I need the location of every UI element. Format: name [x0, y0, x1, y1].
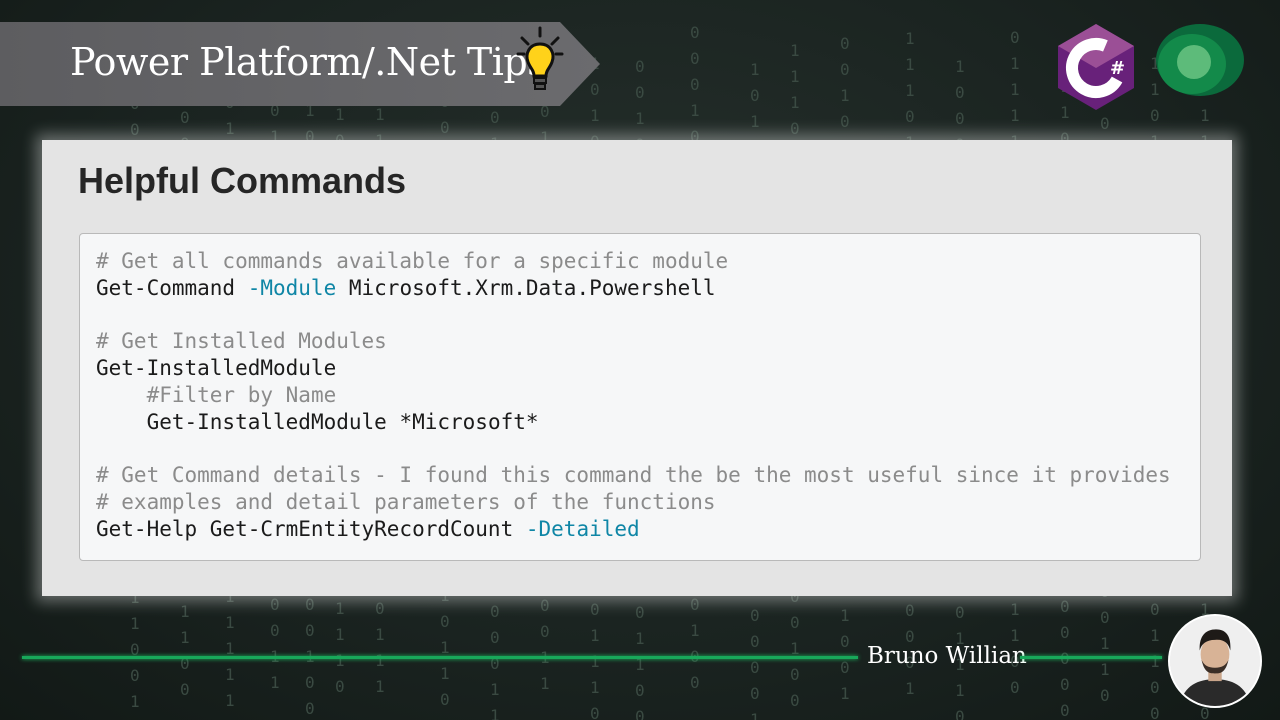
footer-divider-left: [22, 656, 858, 659]
code-line: Get-Help Get-CrmEntityRecordCount -Detai…: [96, 516, 1171, 543]
code-text: Get-Command: [96, 275, 248, 300]
code-line: #Filter by Name: [96, 382, 1171, 409]
csharp-logo-icon: #: [1058, 24, 1134, 110]
page-title: Power Platform/.Net Tips: [70, 40, 547, 84]
code-line: # examples and detail parameters of the …: [96, 489, 1171, 516]
code-comment: #Filter by Name: [146, 382, 337, 407]
code-comment: # Get all commands available for a speci…: [96, 249, 729, 273]
code-comment: # Get Installed Modules: [96, 329, 387, 354]
code-line: Get-InstalledModule: [96, 355, 1171, 382]
content-card: Helpful Commands # Get all commands avai…: [42, 140, 1232, 596]
svg-text:#: #: [1110, 58, 1125, 79]
code-line: Get-Command -Module Microsoft.Xrm.Data.P…: [96, 275, 1171, 302]
lightbulb-icon: [516, 26, 564, 90]
code-text: Get-InstalledModule *Microsoft*: [146, 409, 539, 434]
code-lines: # Get all commands available for a speci…: [96, 248, 1171, 543]
section-title: Helpful Commands: [78, 160, 407, 201]
code-text: Microsoft.Xrm.Data.Powershell: [336, 275, 716, 300]
author-name: Bruno Willian: [867, 643, 1027, 669]
author-avatar: [1168, 614, 1262, 708]
code-comment: # Get Command details - I found this com…: [96, 463, 1171, 488]
code-parameter: -Module: [247, 275, 337, 300]
code-text: Get-Help Get-CrmEntityRecordCount: [96, 516, 526, 541]
code-line: Get-InstalledModule *Microsoft*: [96, 409, 1171, 436]
code-line: # Get Command details - I found this com…: [96, 462, 1171, 489]
dataverse-logo-icon: [1156, 24, 1244, 96]
code-line: # Get all commands available for a speci…: [96, 248, 1171, 275]
code-line: # Get Installed Modules: [96, 328, 1171, 355]
footer-divider-right: [1020, 656, 1162, 659]
code-parameter: -Detailed: [525, 516, 640, 541]
code-block: # Get all commands available for a speci…: [79, 233, 1201, 561]
code-comment: # examples and detail parameters of the …: [96, 490, 716, 515]
code-text: Get-InstalledModule: [96, 356, 337, 381]
